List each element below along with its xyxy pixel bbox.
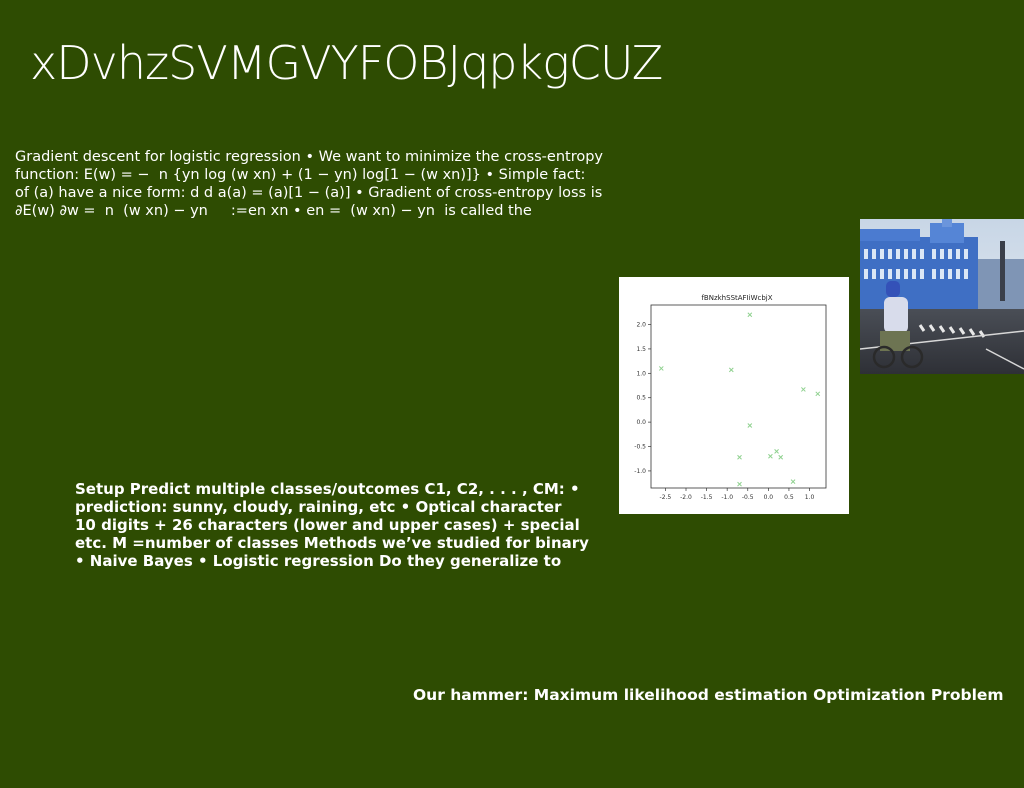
- scatter-point: [737, 454, 742, 460]
- x-tick-label: 0.0: [764, 494, 774, 501]
- scatter-chart: fBNzkhSStAFIiWcbjX -2.5 -2.0 -1.5 -1.0 -0.5 0…: [619, 277, 849, 514]
- photo-illustration: [860, 219, 1024, 374]
- footer-text: Our hammer: Maximum likelihood estimatio…: [413, 686, 1004, 704]
- y-tick-label: 1.5: [636, 346, 646, 353]
- scatter-point: [747, 312, 753, 318]
- chart-title: fBNzkhSStAFIiWcbjX: [701, 294, 772, 302]
- scatter-point: [747, 423, 753, 428]
- scatter-point: [737, 481, 742, 487]
- x-tick-label: -2.5: [660, 494, 672, 501]
- axis-ticks: -2.5 -2.0 -1.5 -1.0 -0.5 0.0 0.5 1.0 2.0 1.5 1.0 0.…: [634, 322, 814, 501]
- scatter-point: [778, 454, 784, 460]
- x-tick-label: -1.0: [721, 494, 733, 501]
- gradient-descent-paragraph: Gradient descent for logistic regression…: [15, 148, 615, 220]
- y-tick-label: 0.5: [636, 395, 646, 402]
- x-tick-label: -1.5: [701, 494, 713, 501]
- paragraph-line: etc. M =number of classes Methods we’ve …: [75, 534, 589, 552]
- scatter-point: [790, 479, 796, 485]
- plot-area-frame: [650, 304, 827, 489]
- y-tick-label: -1.0: [634, 468, 646, 475]
- paragraph-line: Setup Predict multiple classes/outcomes …: [75, 480, 580, 498]
- y-tick-label: 1.0: [636, 370, 646, 377]
- paragraph-line: prediction: sunny, cloudy, raining, etc …: [75, 498, 562, 516]
- y-tick-label: -0.5: [634, 444, 646, 451]
- scatter-plot-svg: fBNzkhSStAFIiWcbjX -2.5 -2.0 -1.5 -1.0 -0.5 0…: [634, 294, 827, 501]
- paragraph-line: Gradient descent for logistic regression…: [15, 149, 604, 165]
- x-tick-label: 0.5: [784, 494, 794, 501]
- scatter-point: [815, 391, 821, 397]
- paragraph-line: function: E(w) = − ￼ n {yn log ￼(w ￼xn) …: [15, 167, 586, 183]
- paragraph-line: of ￼(a) have a nice form: d d a￼(a) = ￼(…: [15, 185, 603, 201]
- multiclass-setup-paragraph: Setup Predict multiple classes/outcomes …: [75, 480, 635, 570]
- x-tick-label: 1.0: [805, 494, 815, 501]
- paragraph-line: ∂E(w) ∂w = ￼ n ￼ ￼(w ￼xn) − yn ￼ ￼ ￼￼ ￼ …: [15, 203, 532, 219]
- data-points: [658, 312, 821, 487]
- x-tick-label: -2.0: [680, 494, 692, 501]
- paragraph-line: • Naive Bayes • Logistic regression Do t…: [75, 552, 562, 570]
- scatter-point: [800, 387, 806, 392]
- scatter-point: [658, 366, 664, 371]
- scatter-point: [728, 367, 734, 373]
- street-scene-photo: [860, 219, 1024, 374]
- y-tick-label: 2.0: [636, 322, 646, 329]
- paragraph-line: 10 digits + 26 characters (lower and upp…: [75, 516, 580, 534]
- slide-title: xDvhzSVMGVYFOBJqpkgCUZ: [30, 36, 663, 90]
- y-tick-label: 0.0: [636, 419, 646, 426]
- scatter-point: [768, 453, 773, 459]
- scatter-point: [774, 449, 779, 454]
- x-tick-label: -0.5: [742, 494, 754, 501]
